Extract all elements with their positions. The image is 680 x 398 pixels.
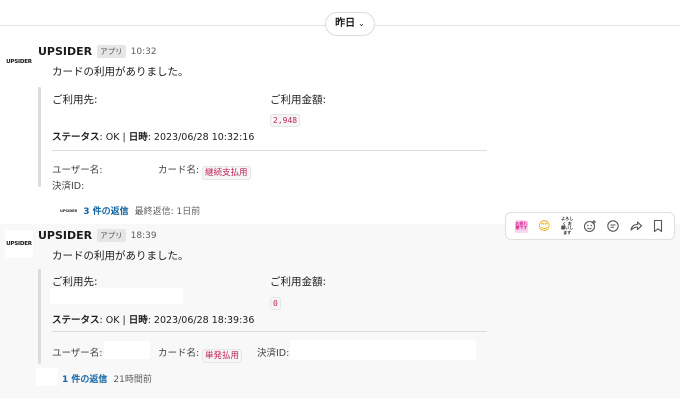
user-value-redacted <box>104 341 150 359</box>
message-header: UPSIDER アプリ 18:39 <box>38 229 157 242</box>
status-label: ステータス <box>52 132 100 143</box>
yoroshiku-emoji-tile: よろしく お願いします <box>560 216 574 235</box>
user-label: ユーザー名: <box>52 165 103 176</box>
thread-replies-link[interactable]: 1 件の返信 <box>62 372 107 385</box>
thread-summary[interactable]: 1 件の返信 21時間前 <box>62 372 152 385</box>
sender-name[interactable]: UPSIDER <box>38 229 92 242</box>
card-label: カード名: <box>158 165 200 176</box>
message-1: UPSIDER UPSIDER アプリ 10:32 カードの利用がありました。 … <box>0 42 680 220</box>
merchant-label: ご利用先: <box>52 94 98 106</box>
attachment-divider <box>52 150 487 151</box>
thread-last-reply: 21時間前 <box>113 375 152 385</box>
amount-label: ご利用金額: <box>270 276 327 288</box>
date-label: 日時 <box>128 315 148 326</box>
date-value: : 2023/06/28 18:39:36 <box>147 315 255 326</box>
card-value: 単発払用 <box>202 343 243 363</box>
merchant-label: ご利用先: <box>52 276 98 288</box>
timestamp[interactable]: 18:39 <box>131 231 157 241</box>
message-text: カードの利用がありました。 <box>52 250 189 262</box>
sender-name[interactable]: UPSIDER <box>38 45 92 58</box>
thread-avatar: UPSIDER <box>60 208 78 213</box>
attachment-bar <box>38 269 41 364</box>
add-reaction-svg <box>583 220 596 233</box>
amount-label: ご利用金額: <box>270 94 327 106</box>
status-line: ステータス: OK | 日時: 2023/06/28 10:32:16 <box>52 129 254 143</box>
message-header: UPSIDER アプリ 10:32 <box>38 45 157 58</box>
save-bookmark-icon[interactable] <box>649 217 667 235</box>
amount-code: 0 <box>270 297 281 310</box>
status-value: : OK | <box>99 315 129 326</box>
smile-emoji-icon: 😊 <box>538 219 551 233</box>
chevron-down-icon: ⌄ <box>358 19 365 28</box>
card-label: カード名: <box>158 348 200 359</box>
timestamp[interactable]: 10:32 <box>131 47 157 57</box>
thread-summary[interactable]: UPSIDER 3 件の返信 最終返信: 1日前 <box>60 204 200 217</box>
reaction-yoroshiku-emoji[interactable]: よろしく お願いします <box>558 216 576 235</box>
date-divider-button[interactable]: 昨日 ⌄ <box>325 12 375 36</box>
amount-value: 0 <box>270 291 281 310</box>
otsukare-emoji-tile: お疲れ様です <box>514 219 528 233</box>
forward-icon[interactable] <box>627 217 645 235</box>
avatar[interactable]: UPSIDER <box>5 48 33 76</box>
merchant-value-redacted <box>50 288 183 304</box>
message-actions-toolbar: お疲れ様です 😊 よろしく お願いします <box>505 212 675 240</box>
status-value: : OK | <box>99 132 129 143</box>
add-reaction-icon[interactable] <box>581 217 599 235</box>
avatar-text: UPSIDER <box>6 241 32 247</box>
forward-svg <box>630 221 642 231</box>
reaction-otsukare-emoji[interactable]: お疲れ様です <box>512 217 530 235</box>
message-2: UPSIDER UPSIDER アプリ 18:39 カードの利用がありました。 … <box>0 224 680 398</box>
date-label: 日時 <box>128 132 148 143</box>
status-label: ステータス <box>52 315 100 326</box>
bookmark-svg <box>654 219 663 233</box>
reaction-smile-emoji[interactable]: 😊 <box>535 217 553 235</box>
payment-id-label: 決済ID: <box>257 348 290 359</box>
app-badge: アプリ <box>97 229 126 242</box>
payment-id-redacted <box>290 340 476 360</box>
avatar-text: UPSIDER <box>6 59 32 65</box>
thread-last-reply: 最終返信: 1日前 <box>134 207 201 217</box>
attachment-divider <box>52 331 487 332</box>
avatar[interactable]: UPSIDER <box>5 230 33 258</box>
card-code: 継続支払用 <box>202 166 251 180</box>
reply-in-thread-icon[interactable] <box>604 217 622 235</box>
date-divider-label: 昨日 <box>335 18 356 29</box>
card-value: 継続支払用 <box>202 160 251 180</box>
date-value: : 2023/06/28 10:32:16 <box>147 132 255 143</box>
attachment-bar <box>38 87 41 187</box>
status-line: ステータス: OK | 日時: 2023/06/28 18:39:36 <box>52 312 254 326</box>
app-badge: アプリ <box>97 45 126 58</box>
thread-avatar-redacted <box>36 368 58 386</box>
user-label: ユーザー名: <box>52 348 103 359</box>
message-text: カードの利用がありました。 <box>52 66 189 78</box>
thread-replies-link[interactable]: 3 件の返信 <box>83 204 128 217</box>
reply-svg <box>607 220 619 232</box>
amount-code: 2,948 <box>270 114 301 127</box>
amount-value: 2,948 <box>270 108 301 127</box>
card-code: 単発払用 <box>202 349 243 363</box>
payment-id-label: 決済ID: <box>52 181 85 192</box>
